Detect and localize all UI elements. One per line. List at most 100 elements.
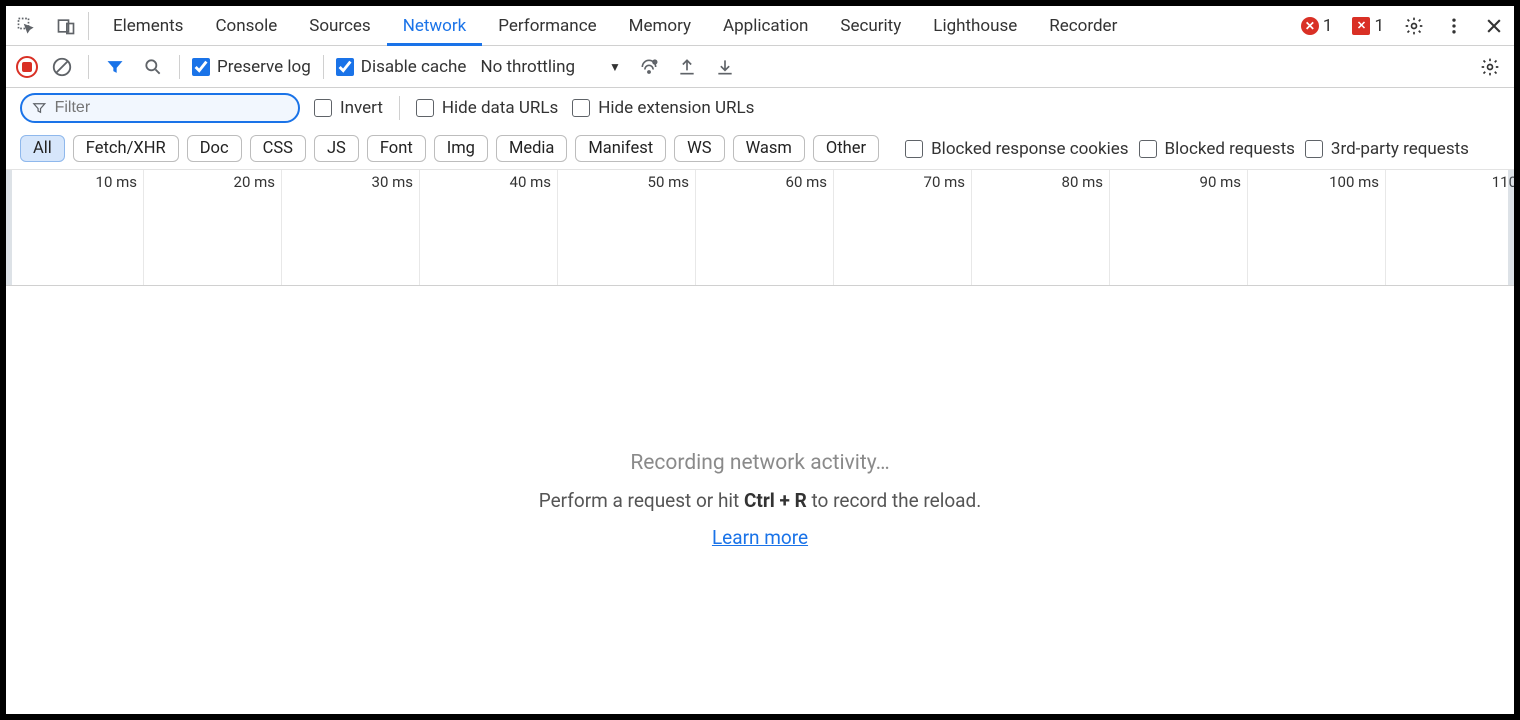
- timeline-tick-label: 70 ms: [924, 173, 965, 191]
- chip-media[interactable]: Media: [496, 135, 567, 162]
- clear-button[interactable]: [48, 53, 76, 81]
- timeline-grid: 10 ms 20 ms 30 ms 40 ms 50 ms 60 ms 70 ms 80 ms…: [6, 170, 1514, 285]
- hide-extension-urls-checkbox[interactable]: Hide extension URLs: [572, 98, 754, 118]
- filter-input[interactable]: [55, 99, 288, 117]
- hide-extension-urls-label: Hide extension URLs: [598, 98, 754, 118]
- tab-sources[interactable]: Sources: [293, 6, 386, 46]
- empty-sub-post: to record the reload.: [807, 489, 981, 512]
- issue-count-value: 1: [1374, 16, 1384, 36]
- record-button[interactable]: [16, 56, 38, 78]
- disable-cache-input[interactable]: [336, 58, 354, 76]
- timeline-tick: 30 ms: [282, 170, 420, 285]
- preserve-log-checkbox[interactable]: Preserve log: [192, 57, 311, 77]
- timeline-tick: 60 ms: [696, 170, 834, 285]
- chips-list: All Fetch/XHR Doc CSS JS Font Img Media Manifest…: [20, 135, 879, 162]
- invert-label: Invert: [340, 98, 383, 118]
- tab-memory[interactable]: Memory: [613, 6, 707, 46]
- disable-cache-label: Disable cache: [361, 57, 467, 77]
- checkbox-icon: [1139, 140, 1157, 158]
- export-har-icon[interactable]: [673, 53, 701, 81]
- tab-lighthouse[interactable]: Lighthouse: [917, 6, 1033, 46]
- empty-sub-pre: Perform a request or hit: [539, 489, 744, 512]
- blocked-cookies-label: Blocked response cookies: [931, 139, 1128, 159]
- issue-count[interactable]: ✕ 1: [1348, 16, 1388, 36]
- timeline-tick: 110: [1386, 170, 1514, 285]
- throttling-value: No throttling: [480, 57, 575, 77]
- timeline-tick-label: 60 ms: [786, 173, 827, 191]
- tab-security[interactable]: Security: [824, 6, 917, 46]
- timeline-tick-label: 40 ms: [510, 173, 551, 191]
- timeline-right-handle[interactable]: [1508, 170, 1514, 285]
- preserve-log-input[interactable]: [192, 58, 210, 76]
- inspect-controls: [12, 12, 89, 40]
- chip-doc[interactable]: Doc: [187, 135, 242, 162]
- timeline-tick: 90 ms: [1110, 170, 1248, 285]
- blocked-requests-label: Blocked requests: [1165, 139, 1295, 159]
- empty-state: Recording network activity… Perform a re…: [6, 286, 1514, 714]
- chip-manifest[interactable]: Manifest: [575, 135, 666, 162]
- timeline-tick-label: 80 ms: [1062, 173, 1103, 191]
- filter-input-wrap[interactable]: [20, 93, 300, 123]
- search-icon[interactable]: [139, 53, 167, 81]
- inspect-element-icon[interactable]: [12, 12, 40, 40]
- network-conditions-icon[interactable]: [635, 53, 663, 81]
- chip-img[interactable]: Img: [434, 135, 488, 162]
- network-toolbar: Preserve log Disable cache No throttling…: [6, 46, 1514, 88]
- import-har-icon[interactable]: [711, 53, 739, 81]
- tab-performance[interactable]: Performance: [482, 6, 612, 46]
- chip-wasm[interactable]: Wasm: [733, 135, 805, 162]
- panel-settings-icon[interactable]: [1476, 53, 1504, 81]
- timeline-overview[interactable]: 10 ms 20 ms 30 ms 40 ms 50 ms 60 ms 70 ms 80 ms…: [6, 170, 1514, 286]
- settings-icon[interactable]: [1400, 12, 1428, 40]
- hide-data-urls-checkbox[interactable]: Hide data URLs: [416, 98, 558, 118]
- device-toggle-icon[interactable]: [52, 12, 80, 40]
- tab-console[interactable]: Console: [199, 6, 293, 46]
- tab-list: ElementsConsoleSourcesNetworkPerformance…: [97, 6, 1133, 46]
- timeline-tick-label: 10 ms: [96, 173, 137, 191]
- chip-ws[interactable]: WS: [674, 135, 724, 162]
- close-icon[interactable]: [1480, 12, 1508, 40]
- chip-other[interactable]: Other: [813, 135, 879, 162]
- timeline-tick: 100 ms: [1248, 170, 1386, 285]
- checkbox-icon: [1305, 140, 1323, 158]
- timeline-tick-label: 50 ms: [648, 173, 689, 191]
- type-filter-row: All Fetch/XHR Doc CSS JS Font Img Media Manifest…: [6, 128, 1514, 170]
- status-icons: ✕ 1 ✕ 1: [1297, 12, 1508, 40]
- timeline-tick-label: 100 ms: [1329, 173, 1379, 191]
- tab-application[interactable]: Application: [707, 6, 824, 46]
- empty-shortcut: Ctrl + R: [744, 489, 807, 512]
- third-party-label: 3rd-party requests: [1331, 139, 1469, 159]
- chip-js[interactable]: JS: [314, 135, 359, 162]
- more-icon[interactable]: [1440, 12, 1468, 40]
- timeline-tick-label: 20 ms: [234, 173, 275, 191]
- timeline-tick: 40 ms: [420, 170, 558, 285]
- invert-checkbox[interactable]: Invert: [314, 98, 383, 118]
- disable-cache-checkbox[interactable]: Disable cache: [336, 57, 467, 77]
- timeline-tick: 10 ms: [6, 170, 144, 285]
- chip-all[interactable]: All: [20, 135, 65, 162]
- filter-icon[interactable]: [101, 53, 129, 81]
- timeline-tick: 50 ms: [558, 170, 696, 285]
- filter-funnel-icon: [32, 100, 47, 116]
- third-party-checkbox[interactable]: 3rd-party requests: [1305, 139, 1469, 159]
- checkbox-icon: [416, 99, 434, 117]
- chevron-down-icon: ▼: [609, 60, 621, 74]
- filter-row: Invert Hide data URLs Hide extension URL…: [6, 88, 1514, 128]
- tab-recorder[interactable]: Recorder: [1033, 6, 1133, 46]
- timeline-tick-label: 90 ms: [1200, 173, 1241, 191]
- timeline-tick: 20 ms: [144, 170, 282, 285]
- chip-fetchxhr[interactable]: Fetch/XHR: [73, 135, 179, 162]
- checkbox-icon: [572, 99, 590, 117]
- error-count-value: 1: [1323, 16, 1333, 36]
- blocked-cookies-checkbox[interactable]: Blocked response cookies: [905, 139, 1128, 159]
- error-count[interactable]: ✕ 1: [1297, 16, 1337, 36]
- throttling-select[interactable]: No throttling ▼: [476, 55, 624, 79]
- preserve-log-label: Preserve log: [217, 57, 311, 77]
- chip-font[interactable]: Font: [367, 135, 426, 162]
- tab-network[interactable]: Network: [387, 6, 483, 46]
- timeline-tick: 80 ms: [972, 170, 1110, 285]
- tab-elements[interactable]: Elements: [97, 6, 199, 46]
- blocked-requests-checkbox[interactable]: Blocked requests: [1139, 139, 1295, 159]
- learn-more-link[interactable]: Learn more: [712, 526, 808, 549]
- chip-css[interactable]: CSS: [250, 135, 306, 162]
